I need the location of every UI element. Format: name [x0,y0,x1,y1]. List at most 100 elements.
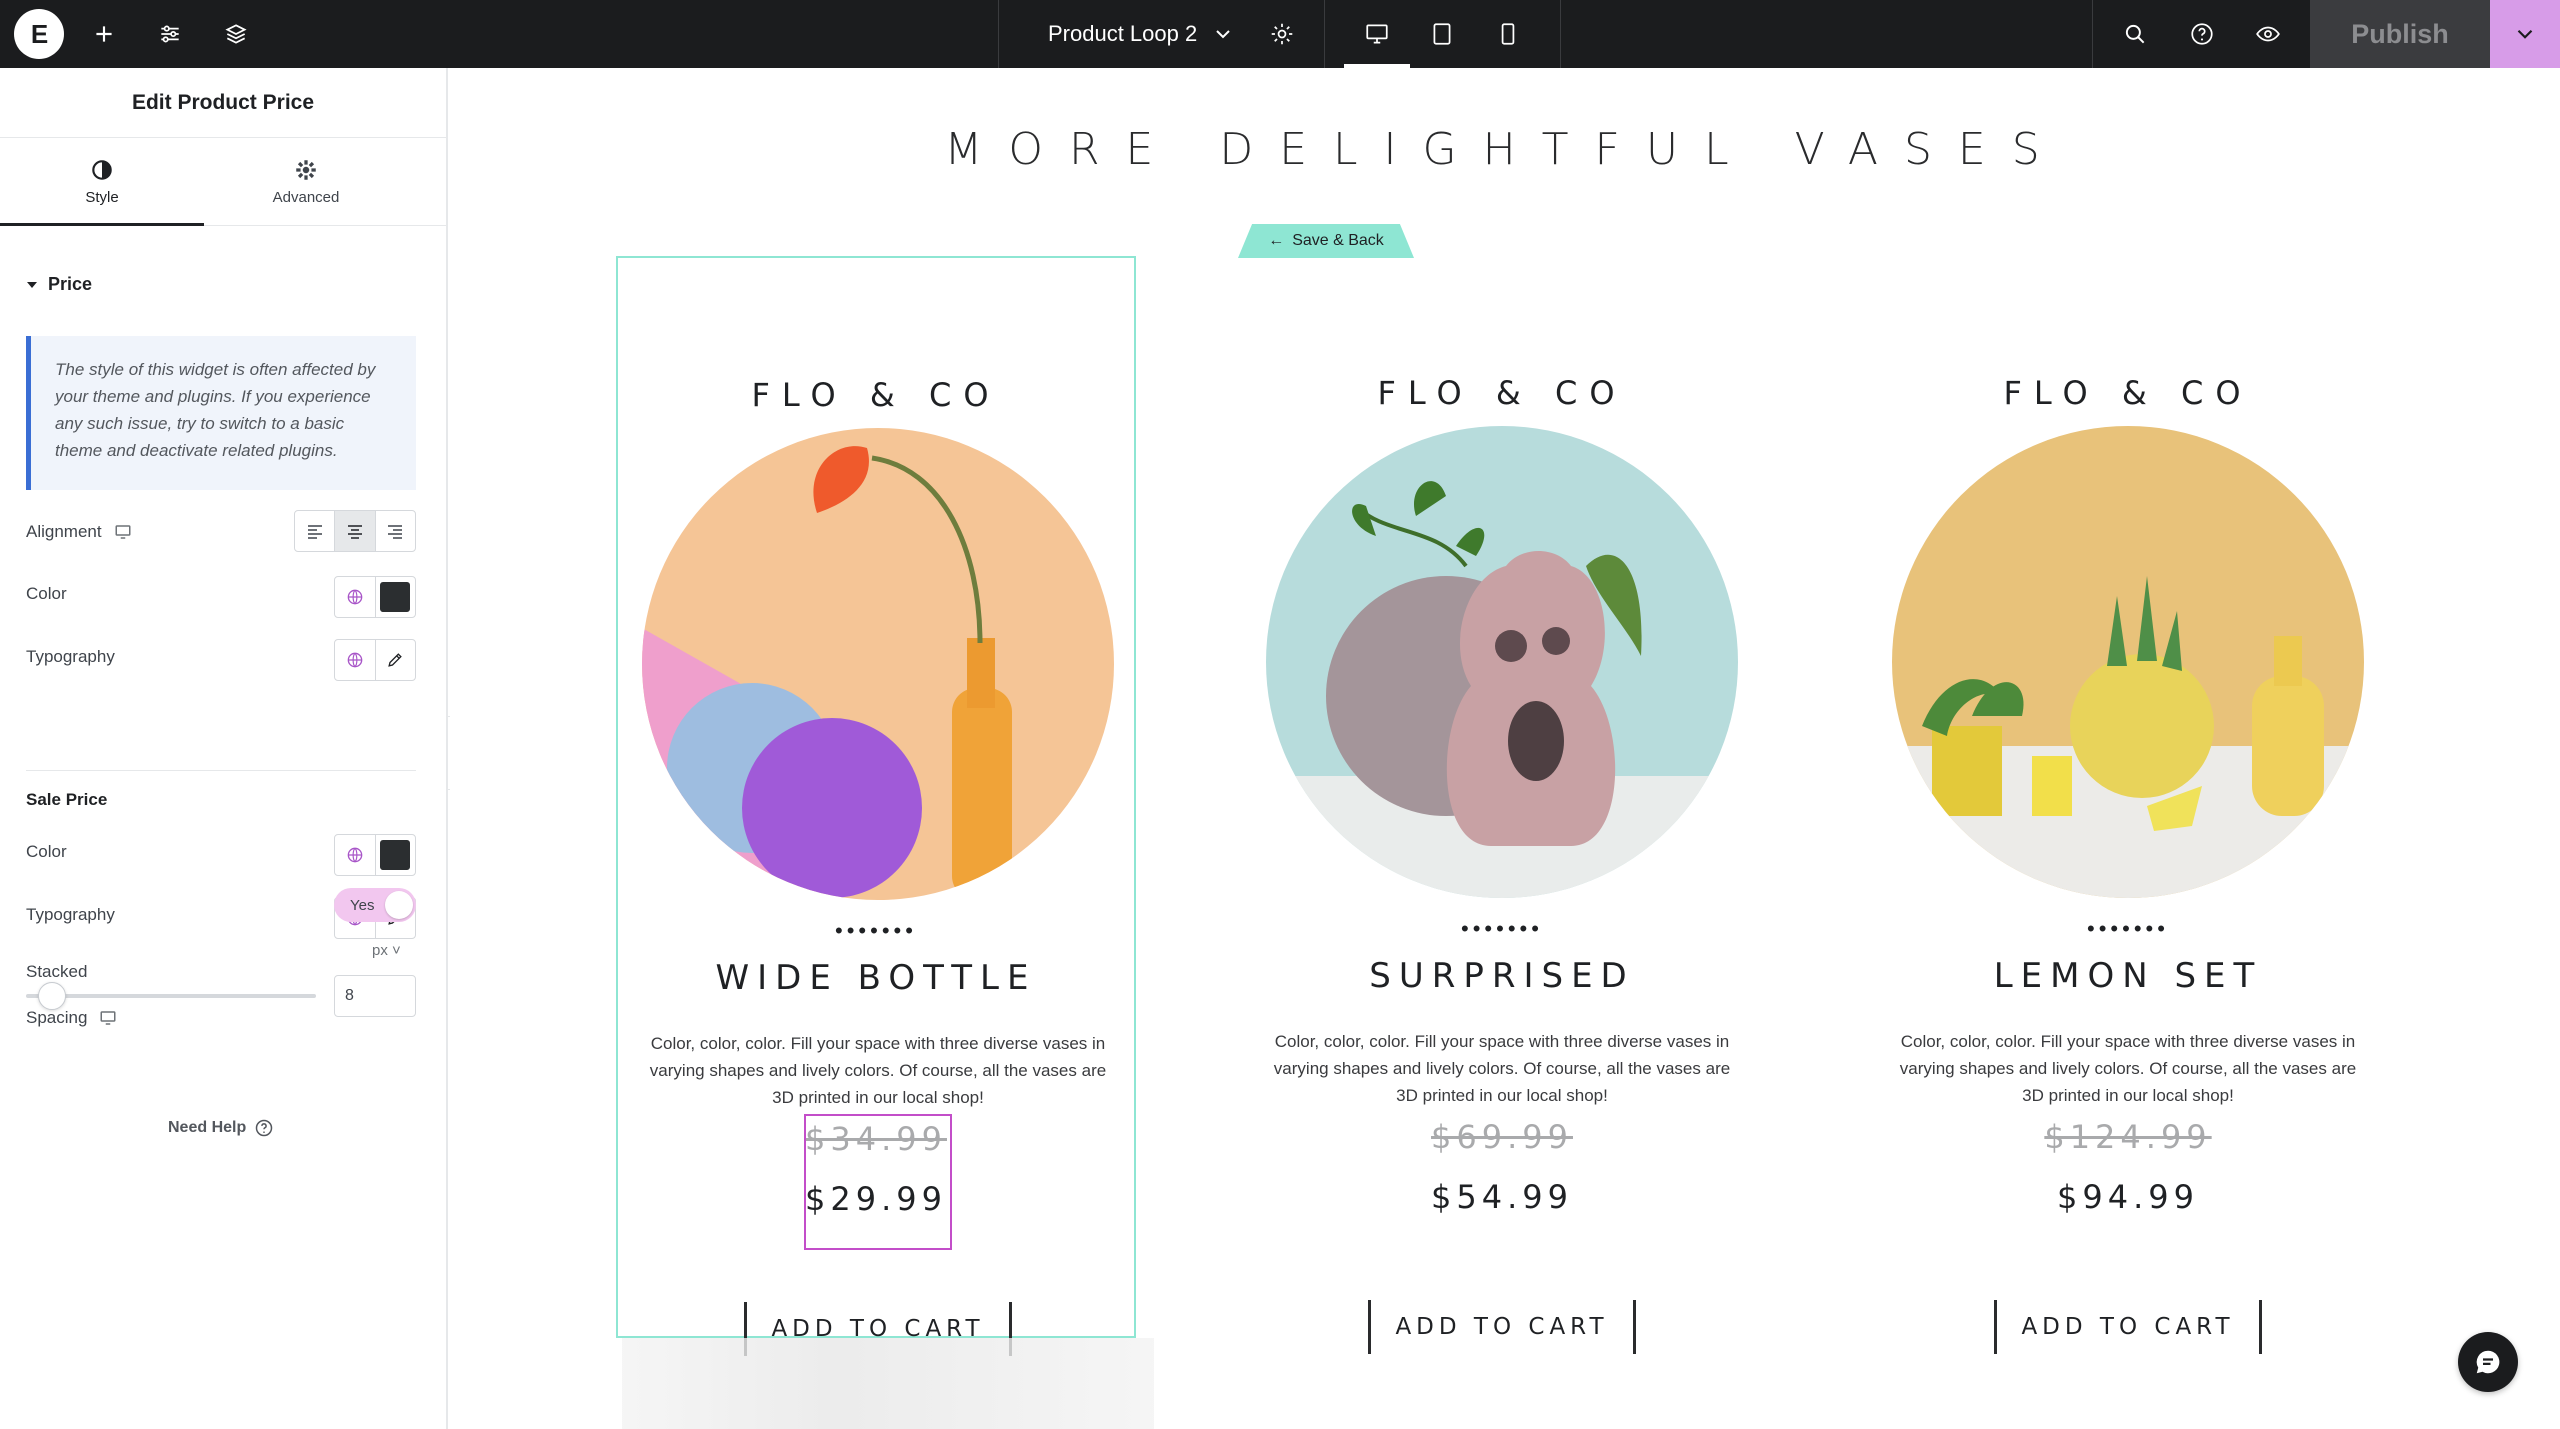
search-icon [2125,24,2145,44]
product-card[interactable]: FLO & CO ••••••• LEMON SET Color, color,… [1868,256,2388,1354]
elementor-logo-button[interactable]: E [14,9,64,59]
structure-button[interactable] [216,14,256,54]
regular-price: $69.99 [1431,1118,1573,1156]
section-title: Price [48,274,93,294]
product-image[interactable] [1892,426,2364,898]
color-swatch [380,840,411,870]
publish-button[interactable]: Publish [2310,0,2490,68]
pencil-icon [388,653,403,667]
section-toggle-price[interactable]: Price [26,274,92,295]
spacing-slider-track[interactable] [26,994,316,998]
product-title[interactable]: WIDE BOTTLE [618,958,1134,998]
sale-price-heading: Sale Price [26,790,108,809]
product-title[interactable]: SURPRISED [1242,956,1762,996]
align-left-icon [307,525,322,539]
spacing-slider-thumb[interactable] [38,982,66,1010]
preview-button[interactable] [2248,14,2288,54]
lemon-set-photo [1892,426,2364,898]
align-right-button[interactable] [376,511,415,551]
align-center-icon [347,525,362,539]
divider [1324,0,1325,68]
tab-label: Style [85,189,119,206]
gear-icon [296,160,316,180]
price-color-label: Color [26,584,67,603]
separator-dots: ••••••• [1461,916,1543,941]
stacked-toggle[interactable]: Yes [334,888,416,922]
spacing-input[interactable]: 8 [334,975,416,1017]
save-back-button[interactable]: ← Save & Back [1238,224,1414,258]
help-button[interactable] [2182,14,2222,54]
divider [998,0,999,68]
divider [2092,0,2093,68]
caret-down-icon [27,281,37,288]
spacing-label-text: Spacing [26,1008,88,1027]
product-description: Color, color, color. Fill your space wit… [1899,1032,2357,1105]
stacked-label: Stacked [26,962,88,981]
align-left-button[interactable] [295,511,336,551]
global-typography-button[interactable] [335,640,376,680]
surprised-vase-photo [1266,426,1738,898]
add-to-cart-button[interactable]: ADD TO CART [1994,1300,2262,1354]
brand-label: FLO & CO [1377,374,1627,412]
desktop-icon[interactable] [99,1009,117,1027]
site-settings-button[interactable] [150,14,190,54]
desktop-icon [1366,24,1388,44]
toggle-label: Yes [350,896,375,914]
wide-bottle-photo [642,428,1114,900]
product-card[interactable]: FLO & CO ••••••• WIDE BOTTLE Color, colo… [616,256,1154,1429]
contrast-icon [92,160,112,180]
publish-options-button[interactable] [2490,0,2560,68]
editor-panel: Edit Product Price Style Advanced Price … [0,68,448,1429]
color-swatch [380,582,411,612]
regular-price: $124.99 [2044,1118,2212,1156]
desktop-icon[interactable] [114,523,132,541]
tab-style[interactable]: Style [0,138,204,225]
tab-label: Advanced [272,189,340,206]
need-help-link[interactable]: Need Help [168,1118,274,1138]
mobile-view-button[interactable] [1488,14,1528,54]
color-picker-button[interactable] [376,577,416,617]
sliders-icon [161,25,179,43]
globe-icon [347,652,363,668]
add-to-cart-button[interactable]: ADD TO CART [1368,1300,1636,1354]
help-icon [256,1119,273,1137]
chat-launcher-button[interactable] [2458,1332,2518,1392]
spacing-label: Spacing [26,1008,117,1028]
add-element-button[interactable] [84,14,124,54]
mobile-icon [1501,23,1515,45]
product-image[interactable] [1266,426,1738,898]
tab-advanced[interactable]: Advanced [204,138,408,225]
product-description: Color, color, color. Fill your space wit… [1273,1032,1731,1105]
product-card[interactable]: FLO & CO ••••••• SURPRISED Color, color,… [1242,256,1762,1354]
selected-price-widget[interactable] [804,1114,952,1250]
widget-notice: The style of this widget is often affect… [26,336,416,490]
document-title: Product Loop 2 [1048,21,1198,46]
global-color-button[interactable] [335,577,376,617]
section-heading: MORE DELIGHTFUL VASES [944,124,2066,175]
sale-typography-label: Typography [26,905,115,924]
globe-icon [347,847,363,863]
product-image[interactable] [642,428,1114,900]
desktop-view-button[interactable] [1357,14,1397,54]
gear-icon [1271,23,1293,45]
document-title-dropdown[interactable]: Product Loop 2 [1048,0,1235,68]
alignment-control [294,510,416,552]
page-settings-button[interactable] [1262,14,1302,54]
global-color-button[interactable] [335,835,376,875]
unit-select[interactable]: px ˅ [372,942,401,959]
tablet-view-button[interactable] [1422,14,1462,54]
brand-label: FLO & CO [751,376,1001,414]
elementor-logo: E [30,18,48,49]
align-center-button[interactable] [335,511,376,551]
need-help-text: Need Help [168,1119,247,1136]
arrow-left-icon: ← [1268,232,1285,249]
separator-dots: ••••••• [835,918,917,943]
divider [26,770,416,771]
finder-button[interactable] [2115,14,2155,54]
alignment-label: Alignment [26,522,132,542]
color-picker-button[interactable] [376,835,416,875]
add-to-cart-button[interactable]: ADD TO CART [744,1302,1012,1356]
alignment-label-text: Alignment [26,522,102,541]
edit-typography-button[interactable] [376,640,416,680]
product-title[interactable]: LEMON SET [1868,956,2388,996]
